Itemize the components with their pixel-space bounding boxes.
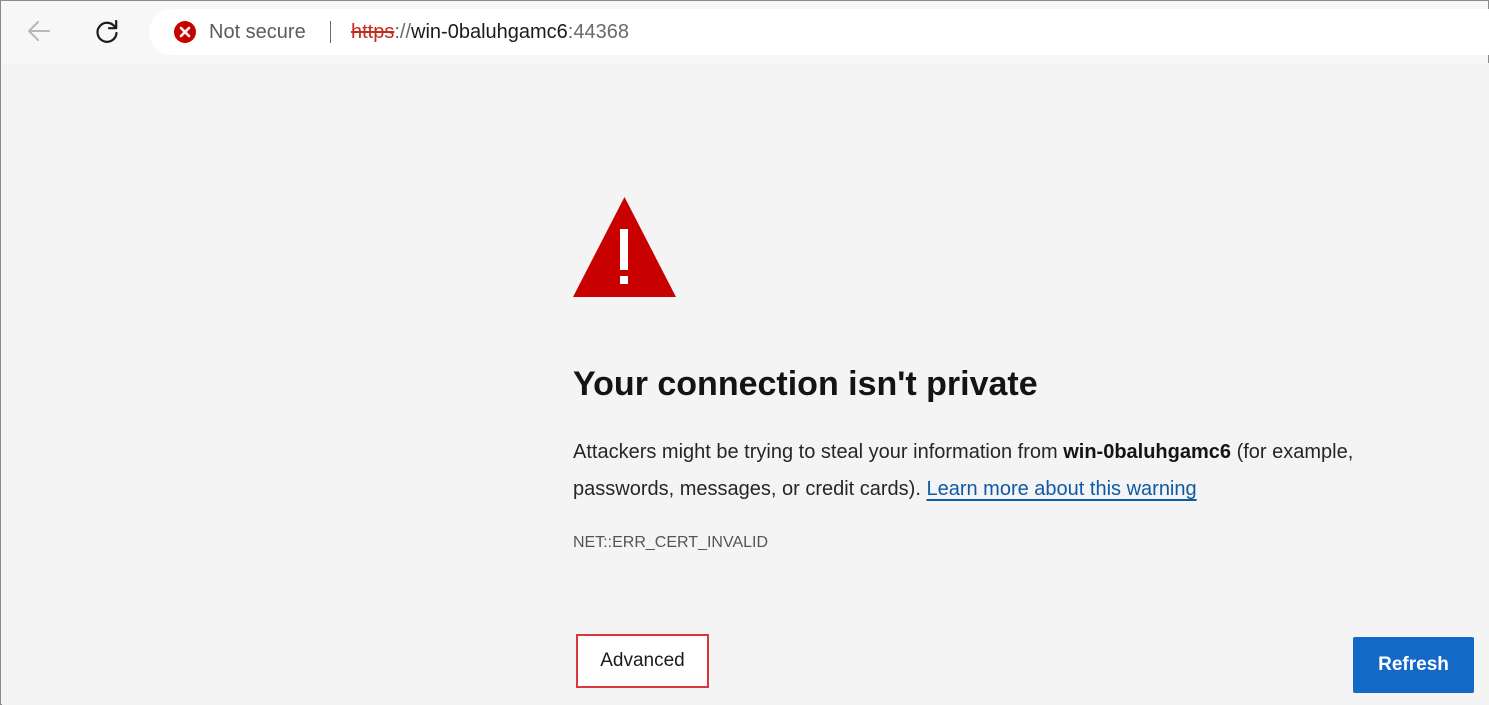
- site-info-button[interactable]: Not secure: [173, 9, 306, 55]
- url-scheme: https: [351, 20, 395, 43]
- back-button[interactable]: [21, 13, 57, 49]
- advanced-button[interactable]: Advanced: [576, 634, 709, 688]
- page-title: Your connection isn't private: [573, 365, 1038, 403]
- address-divider: [330, 21, 331, 43]
- error-x-circle-icon: [174, 21, 196, 43]
- reload-button[interactable]: [89, 13, 125, 49]
- refresh-button[interactable]: Refresh: [1353, 637, 1474, 693]
- url-separator: ://: [394, 20, 412, 43]
- url-host: win-0baluhgamc6: [411, 20, 568, 43]
- warning-triangle-icon: [573, 197, 676, 297]
- address-bar[interactable]: Not secure https://win-0baluhgamc6:44368: [149, 9, 1489, 55]
- error-page: Your connection isn't private Attackers …: [2, 63, 1489, 705]
- arrow-left-icon: [28, 21, 50, 41]
- warning-message: Attackers might be trying to steal your …: [573, 434, 1433, 508]
- url-text[interactable]: https://win-0baluhgamc6:44368: [351, 9, 629, 55]
- message-host: win-0baluhgamc6: [1063, 441, 1232, 463]
- learn-more-link[interactable]: Learn more about this warning: [926, 478, 1196, 500]
- message-text-start: Attackers might be trying to steal your …: [573, 441, 1064, 463]
- security-status-label: Not secure: [209, 20, 306, 43]
- url-port: :44368: [567, 20, 629, 43]
- refresh-icon: [96, 19, 118, 43]
- browser-toolbar: Not secure https://win-0baluhgamc6:44368: [1, 1, 1489, 63]
- error-code: NET::ERR_CERT_INVALID: [573, 534, 769, 551]
